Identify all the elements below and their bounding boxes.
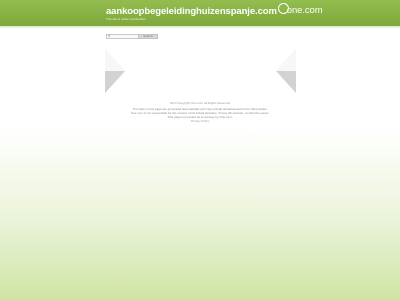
main-content: ⚲ Search 2013 Copyright One.com All Righ… <box>100 30 300 130</box>
privacy-policy-link[interactable]: Privacy Policy <box>100 119 300 123</box>
tagline: This site is under construction <box>106 17 146 21</box>
arrow-right-shade <box>276 71 296 93</box>
one-com-logo-icon[interactable]: one.com <box>277 3 323 16</box>
domain-name: aankoopbegeleidinghuizenspanje.com <box>106 6 277 17</box>
domain-title: aankoopbegeleidinghuizenspanje.com one.co… <box>106 3 323 17</box>
copyright-text: 2013 Copyright One.com All Rights Reserv… <box>169 101 231 105</box>
brand-name: one.com <box>286 5 323 16</box>
header-inner: aankoopbegeleidinghuizenspanje.com one.co… <box>106 3 323 21</box>
search-button[interactable]: Search <box>138 34 158 39</box>
arrow-right-icon[interactable] <box>276 49 296 93</box>
site-header: aankoopbegeleidinghuizenspanje.com one.co… <box>0 0 400 26</box>
arrow-right-highlight <box>276 49 296 71</box>
search-icon: ⚲ <box>108 34 111 38</box>
disclaimer-text: The links on this page are generated aut… <box>130 107 270 119</box>
header-shadow <box>0 26 400 29</box>
arrow-left-highlight <box>105 49 125 71</box>
arrow-left-icon[interactable] <box>105 49 125 93</box>
background-gradient <box>0 130 400 300</box>
arrow-left-shade <box>105 71 125 93</box>
